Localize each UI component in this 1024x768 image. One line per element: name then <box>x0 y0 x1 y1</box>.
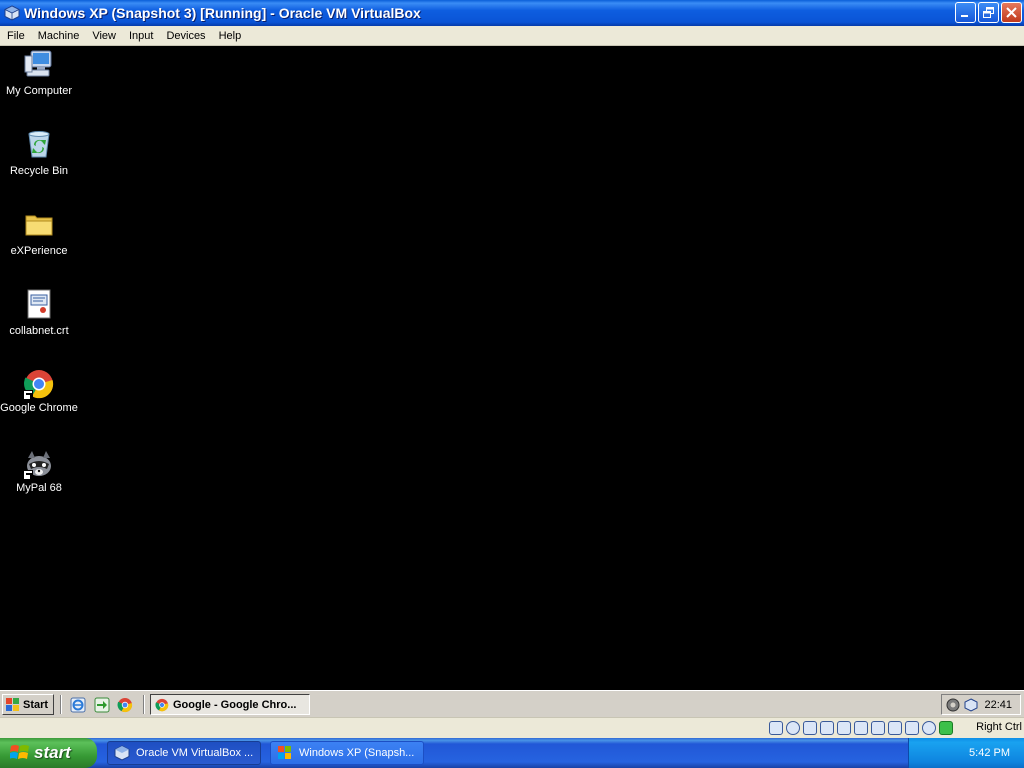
desktop-icon-label: MyPal 68 <box>16 482 62 494</box>
shortcut-arrow-icon <box>23 390 33 400</box>
guest-start-button[interactable]: Start <box>2 694 54 715</box>
desktop-icon-label: collabnet.crt <box>9 325 69 337</box>
taskbar-separator <box>143 695 145 714</box>
virtualbox-guest-icon[interactable] <box>964 697 978 712</box>
ie-icon[interactable] <box>70 697 86 713</box>
close-icon <box>1006 7 1017 18</box>
host-key-label: Right Ctrl <box>976 721 1022 733</box>
virtualbox-icon <box>114 745 130 761</box>
desktop-icon-collabnet-crt[interactable]: collabnet.crt <box>0 288 78 337</box>
menubar: File Machine View Input Devices Help <box>0 26 1024 46</box>
guest-clock[interactable]: 22:41 <box>984 699 1012 711</box>
host-start-label: start <box>34 743 71 762</box>
usb-icon[interactable] <box>837 721 851 735</box>
guest-task-label: Google - Google Chro... <box>173 698 297 711</box>
window-titlebar[interactable]: Windows XP (Snapshot 3) [Running] - Orac… <box>0 0 1024 26</box>
host-task-windows-xp-vm[interactable]: Windows XP (Snapsh... <box>270 741 424 765</box>
audio-device-icon[interactable] <box>946 698 960 712</box>
desktop-icon-my-computer[interactable]: My Computer <box>0 48 78 97</box>
menu-devices[interactable]: Devices <box>159 30 211 42</box>
desktop-icon-google-chrome[interactable]: Google Chrome <box>0 368 78 414</box>
menu-input[interactable]: Input <box>122 30 159 42</box>
audio-icon[interactable] <box>803 721 817 735</box>
desktop-icon-experience[interactable]: eXPerience <box>0 208 78 257</box>
desktop-icon-recycle-bin[interactable]: Recycle Bin <box>0 128 78 177</box>
host-task-virtualbox-manager[interactable]: Oracle VM VirtualBox ... <box>107 741 261 765</box>
guest-task-chrome[interactable]: Google - Google Chro... <box>150 694 310 715</box>
windows-logo-icon <box>6 697 19 711</box>
virtualbox-vm-icon <box>278 746 291 759</box>
shared-folders-icon[interactable] <box>854 721 868 735</box>
host-clock[interactable]: 5:42 PM <box>969 747 1010 759</box>
optical-drive-icon[interactable] <box>786 721 800 735</box>
minimize-button[interactable] <box>955 2 976 23</box>
virtualbox-status-bar: Right Ctrl <box>0 717 1024 738</box>
keyboard-capture-icon[interactable] <box>939 721 953 735</box>
arrow-icon[interactable] <box>94 697 110 713</box>
host-task-label: Windows XP (Snapsh... <box>299 747 415 759</box>
desktop-icon-label: eXPerience <box>10 245 68 257</box>
host-taskbar: start Oracle VM VirtualBox ... Windows X… <box>0 738 1024 768</box>
restore-icon <box>983 7 994 18</box>
close-button[interactable] <box>1001 2 1022 23</box>
folder-icon <box>25 215 53 236</box>
guest-system-tray: 22:41 <box>941 694 1021 715</box>
host-start-button[interactable]: start <box>0 738 97 768</box>
certificate-file-icon <box>27 289 51 319</box>
display-icon[interactable] <box>871 721 885 735</box>
guest-start-label: Start <box>23 698 49 711</box>
windows-flag-icon <box>10 745 29 759</box>
video-capture-icon[interactable] <box>888 721 902 735</box>
desktop-icon-label: Google Chrome <box>0 402 78 414</box>
host-system-tray: 5:42 PM <box>908 738 1024 768</box>
desktop-icon-label: My Computer <box>5 85 73 97</box>
chrome-icon[interactable] <box>117 697 133 713</box>
mouse-integration-icon[interactable] <box>905 721 919 735</box>
chrome-icon <box>155 698 169 711</box>
desktop-icon-mypal-68[interactable]: MyPal 68 <box>0 448 78 494</box>
menu-machine[interactable]: Machine <box>31 30 86 42</box>
guest-taskbar: Start Google - Google Chro... 22:41 <box>0 690 1024 717</box>
shortcut-arrow-icon <box>23 470 33 480</box>
recycle-bin-icon <box>28 131 50 158</box>
guest-desktop[interactable]: My Computer Recycle Bin eXPerience colla… <box>0 46 1024 690</box>
network-icon[interactable] <box>820 721 834 735</box>
menu-view[interactable]: View <box>85 30 122 42</box>
taskbar-separator <box>60 695 62 714</box>
desktop-icon-label: Recycle Bin <box>9 165 69 177</box>
my-computer-icon <box>24 50 52 77</box>
hard-disk-icon[interactable] <box>769 721 783 735</box>
virtualbox-icon <box>4 5 20 21</box>
restore-button[interactable] <box>978 2 999 23</box>
cpu-icon[interactable] <box>922 721 936 735</box>
host-task-label: Oracle VM VirtualBox ... <box>136 747 254 759</box>
menu-file[interactable]: File <box>0 30 31 42</box>
minimize-icon <box>961 15 968 17</box>
window-title: Windows XP (Snapshot 3) [Running] - Orac… <box>24 5 421 21</box>
menu-help[interactable]: Help <box>212 30 248 42</box>
